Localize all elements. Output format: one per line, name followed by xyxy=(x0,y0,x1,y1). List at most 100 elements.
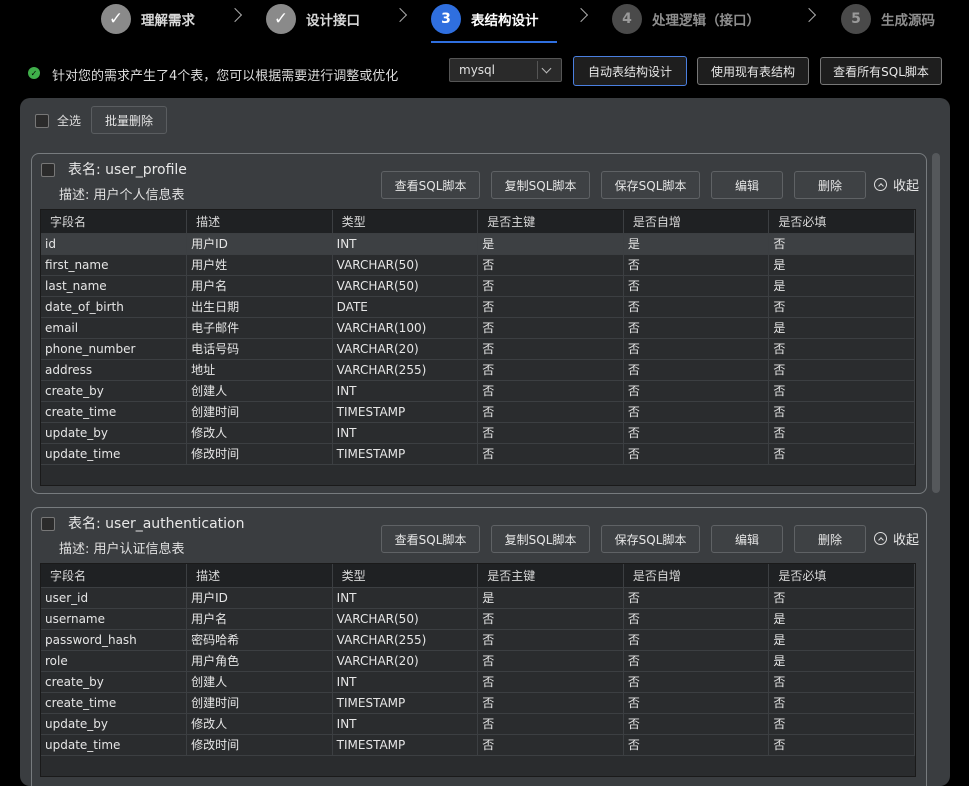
select-all[interactable]: 全选 xyxy=(35,112,81,129)
cell-is-auto-increment: 否 xyxy=(623,358,770,380)
cell-field-name: date_of_birth xyxy=(41,295,188,317)
cell-type: VARCHAR(255) xyxy=(332,358,479,380)
cell-type: INT xyxy=(332,670,479,692)
table-row[interactable]: phone_number 电话号码 VARCHAR(20) 否否否 xyxy=(41,337,915,359)
collapse-button[interactable]: 收起 xyxy=(874,529,919,548)
cell-is-primary-key: 是 xyxy=(477,232,624,254)
select-all-checkbox[interactable] xyxy=(35,113,49,128)
auto-design-button[interactable]: 自动表结构设计 xyxy=(573,56,687,86)
cell-is-required: 否 xyxy=(768,295,915,317)
table-row[interactable]: role 用户角色 VARCHAR(20) 否否是 xyxy=(41,649,915,671)
cell-field-name: update_by xyxy=(41,421,188,443)
cell-type: VARCHAR(50) xyxy=(332,274,479,296)
table-row[interactable]: update_by 修改人 INT 否否否 xyxy=(41,712,915,734)
column-header-is-required: 是否必填 xyxy=(768,210,915,233)
cell-type: TIMESTAMP xyxy=(332,442,479,464)
table-row[interactable]: id 用户ID INT 是是否 xyxy=(41,232,915,254)
step-logic[interactable]: 4 处理逻辑（接口） xyxy=(612,4,760,34)
view-all-sql-button[interactable]: 查看所有SQL脚本 xyxy=(820,57,942,85)
info-message: 针对您的需求产生了4个表，您可以根据需要进行调整或优化 xyxy=(52,69,399,84)
collapse-up-icon xyxy=(874,532,887,545)
step-number: 4 xyxy=(612,4,642,34)
view-sql-button[interactable]: 查看SQL脚本 xyxy=(381,525,480,553)
step-table-design[interactable]: 3 表结构设计 xyxy=(431,4,539,34)
table-row[interactable]: last_name 用户名 VARCHAR(50) 否否是 xyxy=(41,274,915,296)
table-row[interactable]: create_time 创建时间 TIMESTAMP 否否否 xyxy=(41,691,915,713)
select-all-label: 全选 xyxy=(57,114,82,128)
table-select-checkbox[interactable] xyxy=(41,517,55,531)
cell-description: 用户角色 xyxy=(186,649,333,671)
table-select-checkbox[interactable] xyxy=(41,163,55,177)
table-row[interactable]: update_time 修改时间 TIMESTAMP 否否否 xyxy=(41,733,915,755)
table-row[interactable]: update_time 修改时间 TIMESTAMP 否否否 xyxy=(41,442,915,464)
cell-description: 密码哈希 xyxy=(186,628,333,650)
table-row[interactable]: user_id 用户ID INT 是否否 xyxy=(41,586,915,608)
cell-is-required: 否 xyxy=(768,670,915,692)
copy-sql-button[interactable]: 复制SQL脚本 xyxy=(491,171,590,199)
cell-field-name: update_by xyxy=(41,712,188,734)
cell-is-primary-key: 是 xyxy=(477,586,624,608)
step-number: 5 xyxy=(841,4,871,34)
table-row[interactable]: create_by 创建人 INT 否否否 xyxy=(41,670,915,692)
table-row[interactable]: username 用户名 VARCHAR(50) 否否是 xyxy=(41,607,915,629)
cell-field-name: email xyxy=(41,316,188,338)
cell-is-required: 否 xyxy=(768,421,915,443)
db-type-select[interactable]: mysql xyxy=(449,58,562,82)
cell-description: 地址 xyxy=(186,358,333,380)
cell-type: VARCHAR(100) xyxy=(332,316,479,338)
table-row[interactable]: email 电子邮件 VARCHAR(100) 否否是 xyxy=(41,316,915,338)
save-sql-button[interactable]: 保存SQL脚本 xyxy=(601,525,700,553)
chevron-right-icon xyxy=(227,7,243,23)
collapse-label: 收起 xyxy=(893,179,920,194)
cell-type: INT xyxy=(332,586,479,608)
batch-delete-button[interactable]: 批量删除 xyxy=(91,106,167,134)
cell-is-auto-increment: 否 xyxy=(623,274,770,296)
table-row[interactable]: address 地址 VARCHAR(255) 否否否 xyxy=(41,358,915,380)
cell-is-primary-key: 否 xyxy=(477,649,624,671)
cell-description: 用户名 xyxy=(186,607,333,629)
cell-field-name: id xyxy=(41,232,188,254)
cell-is-required: 是 xyxy=(768,316,915,338)
tables-panel: 全选 批量删除 表名: user_profile 描述: 用户个人信息表 查看S… xyxy=(20,98,950,786)
delete-button[interactable]: 删除 xyxy=(794,525,866,553)
cell-description: 电话号码 xyxy=(186,337,333,359)
cell-is-auto-increment: 否 xyxy=(623,400,770,422)
vertical-scrollbar[interactable] xyxy=(932,153,940,493)
table-description: 描述: 用户认证信息表 xyxy=(59,542,185,557)
edit-button[interactable]: 编辑 xyxy=(711,525,783,553)
check-icon: ✓ xyxy=(266,4,296,34)
cell-description: 出生日期 xyxy=(186,295,333,317)
use-existing-button[interactable]: 使用现有表结构 xyxy=(697,57,809,85)
cell-field-name: create_time xyxy=(41,691,188,713)
copy-sql-button[interactable]: 复制SQL脚本 xyxy=(491,525,590,553)
save-sql-button[interactable]: 保存SQL脚本 xyxy=(601,171,700,199)
cell-type: VARCHAR(20) xyxy=(332,649,479,671)
cell-type: INT xyxy=(332,379,479,401)
table-card-user-profile: 表名: user_profile 描述: 用户个人信息表 查看SQL脚本 复制S… xyxy=(31,153,927,494)
step-design-api[interactable]: ✓ 设计接口 xyxy=(266,4,360,34)
cell-is-auto-increment: 是 xyxy=(623,232,770,254)
step-label: 生成源码 xyxy=(881,13,935,29)
edit-button[interactable]: 编辑 xyxy=(711,171,783,199)
view-sql-button[interactable]: 查看SQL脚本 xyxy=(381,171,480,199)
cell-field-name: last_name xyxy=(41,274,188,296)
delete-button[interactable]: 删除 xyxy=(794,171,866,199)
cell-is-primary-key: 否 xyxy=(477,379,624,401)
cell-type: VARCHAR(50) xyxy=(332,253,479,275)
table-row[interactable]: password_hash 密码哈希 VARCHAR(255) 否否是 xyxy=(41,628,915,650)
table-row[interactable]: create_by 创建人 INT 否否否 xyxy=(41,379,915,401)
table-row[interactable]: update_by 修改人 INT 否否否 xyxy=(41,421,915,443)
step-generate-code[interactable]: 5 生成源码 xyxy=(841,4,935,34)
cell-is-auto-increment: 否 xyxy=(623,733,770,755)
step-label: 处理逻辑（接口） xyxy=(652,13,760,29)
step-understand[interactable]: ✓ 理解需求 xyxy=(101,4,195,34)
collapse-button[interactable]: 收起 xyxy=(874,175,919,194)
cell-is-auto-increment: 否 xyxy=(623,586,770,608)
table-row[interactable]: first_name 用户姓 VARCHAR(50) 否否是 xyxy=(41,253,915,275)
cell-field-name: phone_number xyxy=(41,337,188,359)
cell-is-required: 否 xyxy=(768,586,915,608)
table-row[interactable]: create_time 创建时间 TIMESTAMP 否否否 xyxy=(41,400,915,422)
table-row[interactable]: date_of_birth 出生日期 DATE 否否否 xyxy=(41,295,915,317)
cell-field-name: create_by xyxy=(41,670,188,692)
cell-is-required: 否 xyxy=(768,379,915,401)
